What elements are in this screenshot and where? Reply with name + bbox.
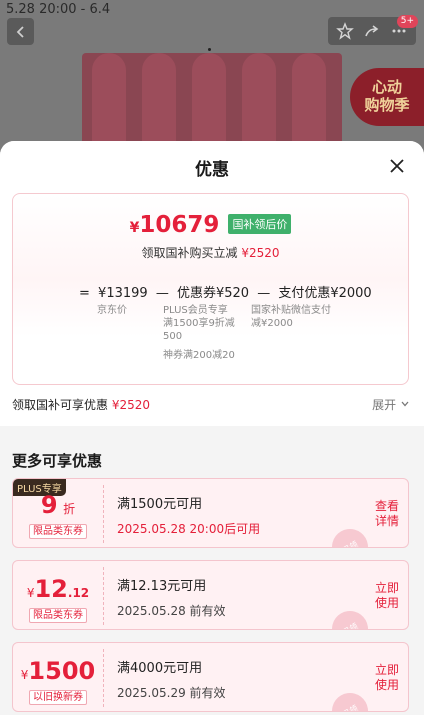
subsidy-amount: ¥2520 (241, 246, 280, 260)
banner-line-2: 购物季 (364, 96, 410, 114)
currency-symbol: ¥ (129, 220, 140, 236)
subsidy-text: 领取国补购买立减 (141, 246, 238, 260)
minus-sign: — (155, 286, 169, 301)
payment-breakdown: 国家补贴微信支付 减¥2000 (251, 304, 341, 330)
subsidy-summary: 领取国补可享优惠 ¥2520 (12, 396, 150, 413)
claimed-stamp: 已领 (325, 686, 375, 711)
coupon-condition: 满1500元可用 (117, 497, 203, 512)
coupon-amount-number: 12 (34, 575, 68, 603)
use-now-button[interactable]: 立即使用 (374, 581, 400, 611)
more-offers-title: 更多可享优惠 (12, 452, 103, 470)
sheet-header-area: 优惠 ¥10679 国补领后价 领取国补购买立减 ¥2520 = ¥13199 … (0, 141, 424, 426)
coupon-divider (103, 649, 104, 707)
breakdown-line: 神券满200减20 (163, 350, 235, 361)
chevron-down-icon (401, 401, 409, 407)
breakdown-line: 国家补贴微信支付 (251, 305, 331, 316)
discount-sheet: 优惠 ¥10679 国补领后价 领取国补购买立减 ¥2520 = ¥13199 … (0, 141, 424, 715)
subsidy-summary-amount: ¥2520 (111, 398, 151, 412)
coupon-value: 9 折 限品类东券 (13, 479, 103, 547)
banner-line-1: 心动 (371, 78, 402, 96)
subsidy-summary-label: 领取国补可享优惠 (12, 398, 109, 412)
coupon-details: 满12.13元可用 2025.05.28 前有效 (117, 575, 226, 619)
coupon-details: 满4000元可用 2025.05.29 前有效 (117, 657, 226, 701)
payment-discount: 支付优惠¥2000 (278, 286, 372, 301)
use-now-button[interactable]: 立即使用 (374, 663, 400, 693)
coupon-amount: 9 折 (13, 491, 103, 519)
original-price-label: 京东价 (97, 305, 127, 316)
coupon-amount-unit: 折 (63, 502, 76, 516)
final-price-tag: 国补领后价 (228, 214, 292, 234)
claimed-stamp: 已领 (325, 604, 375, 629)
view-details-button[interactable]: 查看详情 (374, 499, 400, 529)
chevron-left-icon (16, 25, 24, 38)
coupon-condition: 满4000元可用 (117, 661, 203, 676)
coupon-amount: ¥1500 (13, 657, 103, 685)
share-icon[interactable] (363, 22, 381, 40)
coupon-breakdown: PLUS会员专享 满1500享9折减 500 神券满200减20 (163, 304, 241, 362)
final-price: 10679 (139, 212, 220, 238)
background-page: 5.28 20:00 - 6.4 5+ 心动 购物季 (0, 0, 424, 163)
subsidy-row: 领取国补购买立减 ¥2520 (13, 244, 408, 261)
coupon-validity: 2025.05.28 20:00后可用 (117, 522, 261, 536)
coupon-type: 以旧换新券 (29, 690, 87, 705)
breakdown-line: PLUS会员专享 (163, 305, 228, 316)
carousel-dot (208, 48, 211, 51)
coupon-card[interactable]: ¥12.12 限品类东券 满12.13元可用 2025.05.28 前有效 已领… (12, 560, 409, 630)
breakdown-line: 满1500享9折减 (163, 318, 235, 329)
coupon-value: ¥1500 以旧换新券 (13, 643, 103, 711)
message-badge: 5+ (396, 15, 418, 28)
breakdown-line: 500 (163, 331, 183, 342)
coupon-type: 限品类东券 (29, 608, 87, 623)
coupon-validity: 2025.05.28 前有效 (117, 604, 226, 618)
promo-date-range: 5.28 20:00 - 6.4 (6, 2, 111, 17)
price-summary-card: ¥10679 国补领后价 领取国补购买立减 ¥2520 = ¥13199 — 优… (12, 193, 409, 385)
price-formula: = ¥13199 — 优惠券¥520 — 支付优惠¥2000 (79, 282, 376, 301)
coupon-divider (103, 567, 104, 625)
close-icon[interactable] (388, 157, 406, 175)
coupon-amount: ¥12.12 (13, 575, 103, 603)
coupon-amount-decimals: .12 (67, 586, 90, 600)
expand-label: 展开 (372, 398, 397, 412)
equals-sign: = (79, 286, 90, 301)
claimed-stamp: 已领 (325, 522, 375, 547)
star-icon[interactable] (336, 22, 355, 40)
coupon-card[interactable]: PLUS专享 9 折 限品类东券 满1500元可用 2025.05.28 20:… (12, 478, 409, 548)
promo-banner[interactable]: 心动 购物季 (350, 68, 424, 126)
coupon-divider (103, 485, 104, 543)
sheet-title: 优惠 (195, 160, 229, 180)
coupon-condition: 满12.13元可用 (117, 579, 207, 594)
coupon-validity: 2025.05.29 前有效 (117, 686, 226, 700)
coupon-details: 满1500元可用 2025.05.28 20:00后可用 (117, 493, 260, 537)
coupon-type: 限品类东券 (29, 524, 87, 539)
coupon-amount-number: 9 (40, 491, 58, 519)
original-price: ¥13199 (98, 286, 148, 301)
coupon-value: ¥12.12 限品类东券 (13, 561, 103, 629)
minus-sign: — (257, 286, 271, 301)
coupon-amount-number: 1500 (28, 657, 96, 685)
final-price-row: ¥10679 国补领后价 (13, 212, 408, 238)
coupon-card[interactable]: ¥1500 以旧换新券 满4000元可用 2025.05.29 前有效 已领 立… (12, 642, 409, 712)
back-button[interactable] (7, 18, 34, 45)
expand-button[interactable]: 展开 (372, 396, 410, 413)
breakdown-line: 减¥2000 (251, 318, 293, 329)
coupon-discount: 优惠券¥520 (176, 286, 250, 301)
